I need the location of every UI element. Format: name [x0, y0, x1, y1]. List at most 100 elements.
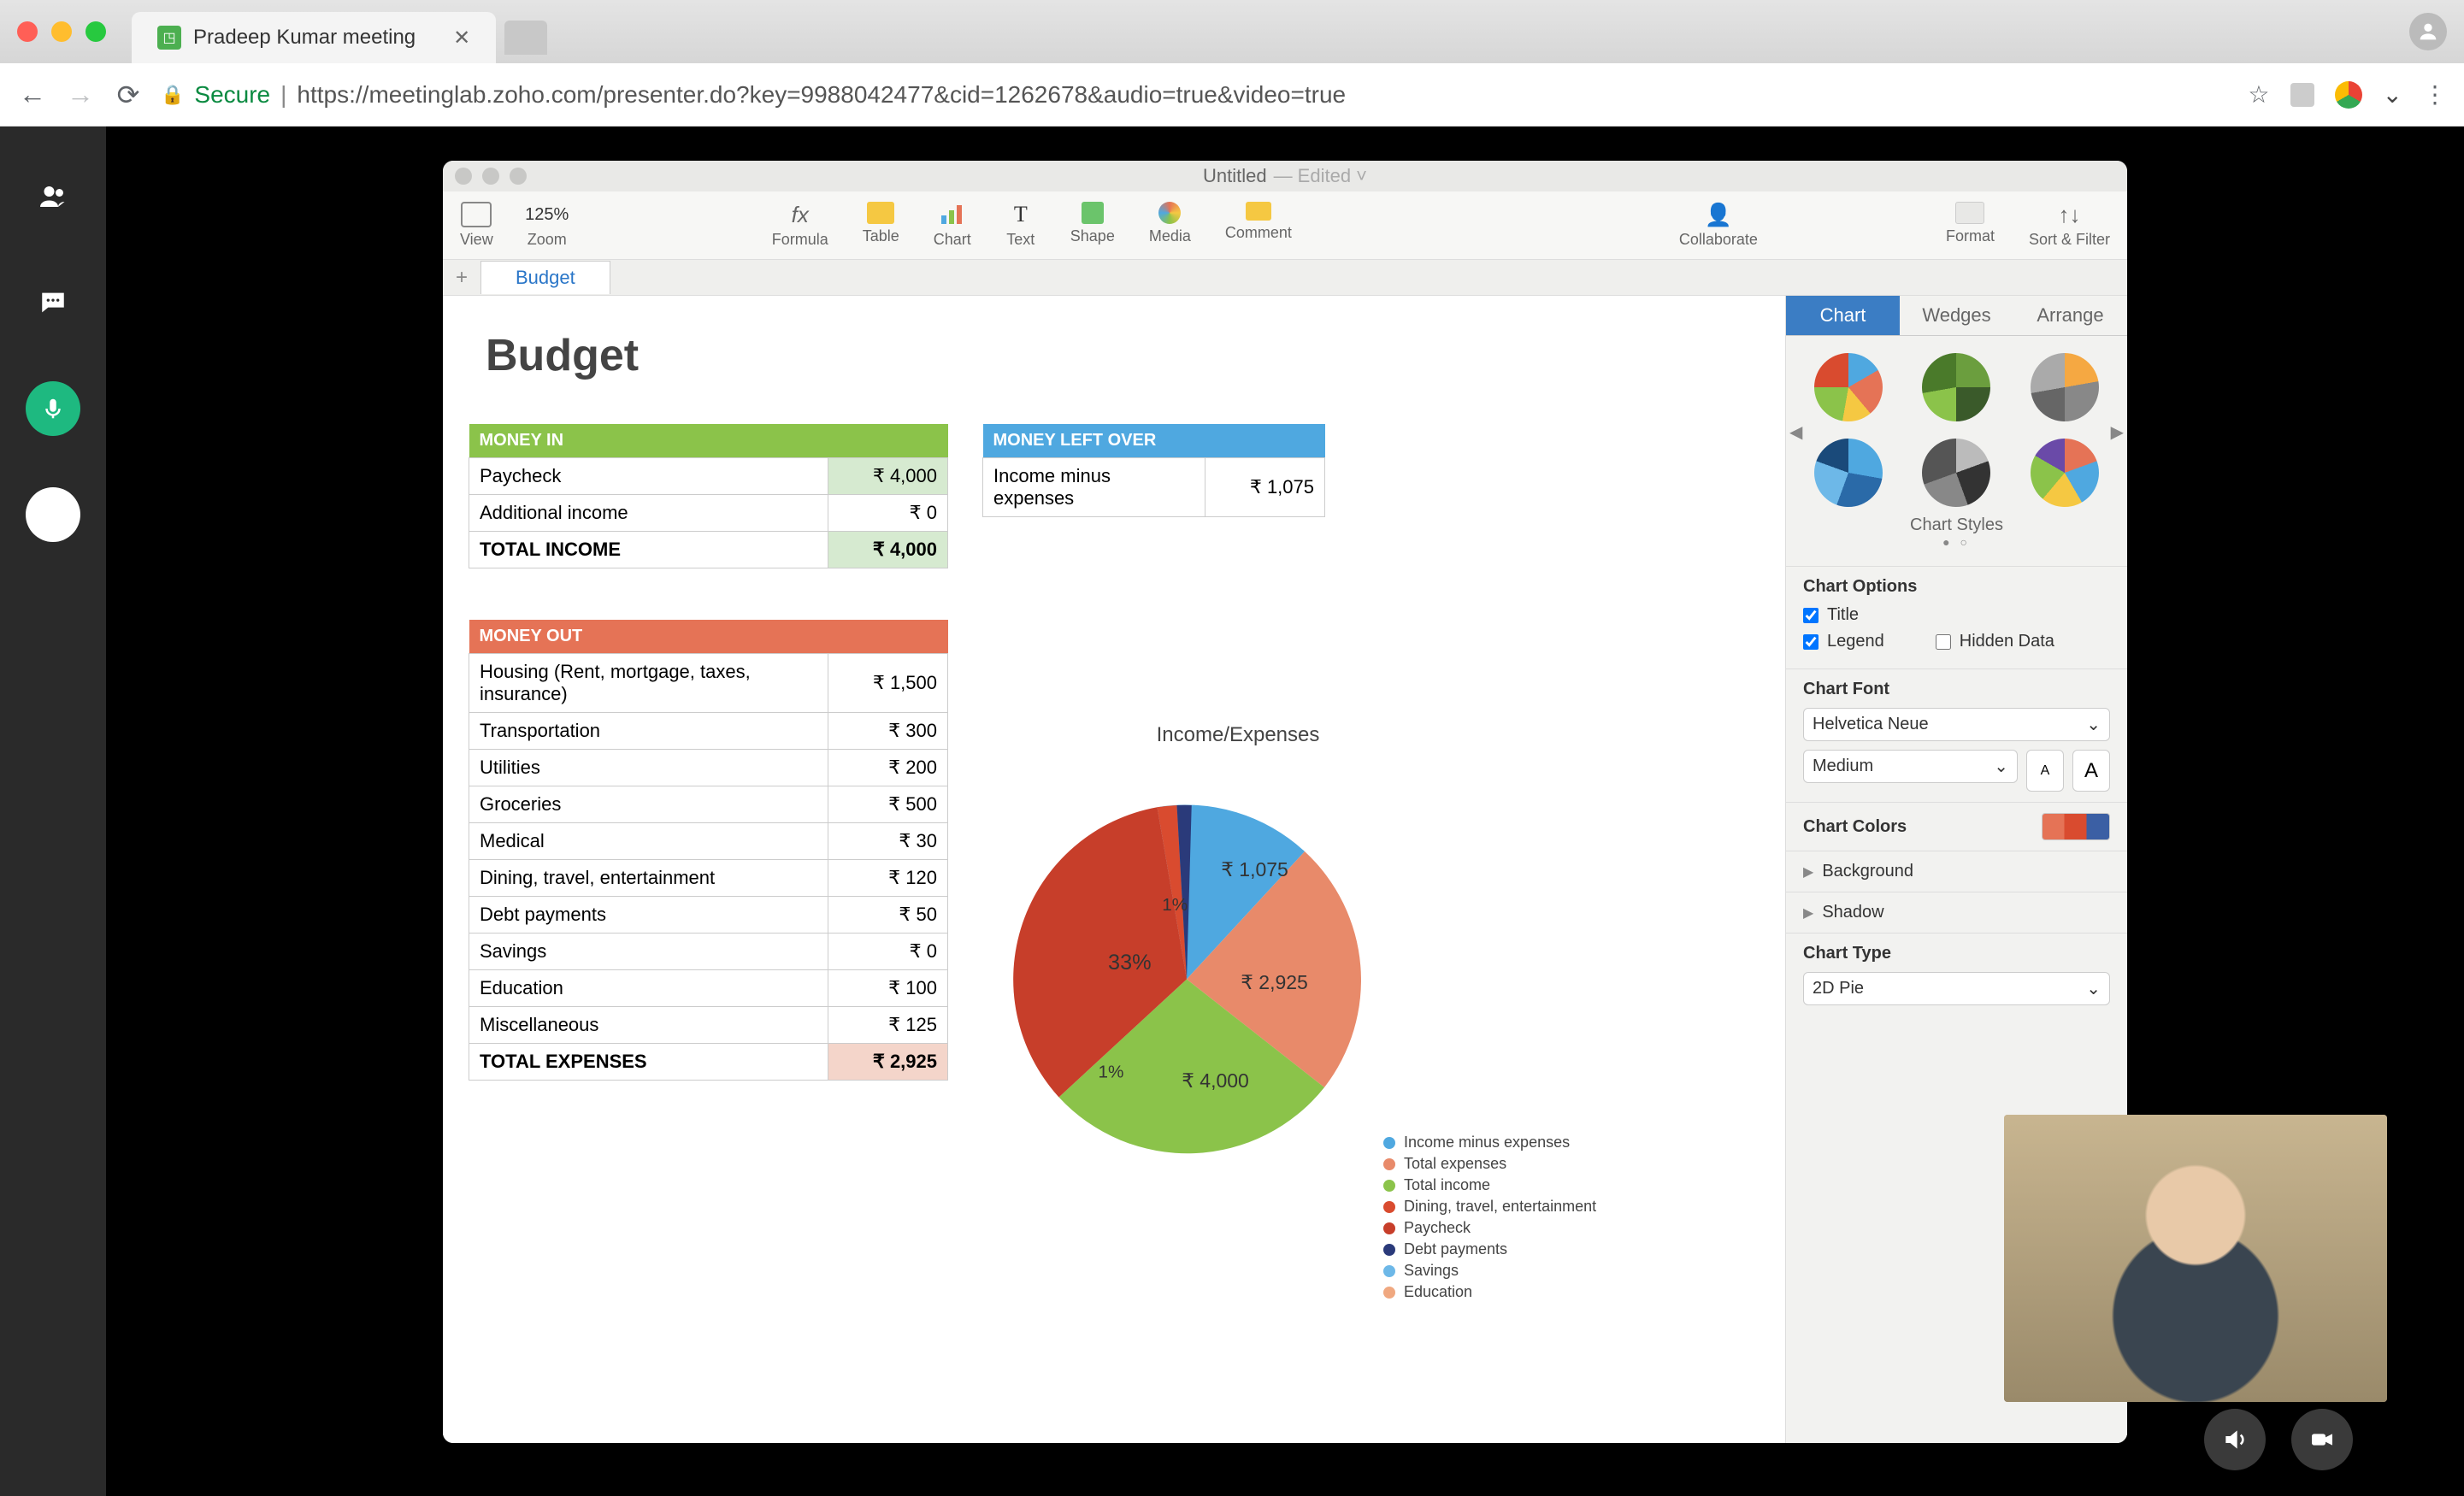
tab-close-icon[interactable]: ✕: [453, 26, 470, 50]
add-sheet-button[interactable]: +: [443, 266, 480, 290]
font-weight-select[interactable]: Medium⌄: [1803, 750, 2018, 783]
collaborate-icon: 👤: [1703, 202, 1734, 227]
minimize-window-icon[interactable]: [51, 21, 72, 42]
table-cell[interactable]: ₹ 0: [828, 934, 948, 970]
chat-button[interactable]: [26, 275, 80, 330]
back-button[interactable]: ←: [17, 80, 48, 110]
chart-style-option[interactable]: [2031, 439, 2099, 507]
menu-icon[interactable]: ⋮: [2423, 80, 2447, 109]
toolbar-table[interactable]: Table: [863, 202, 899, 249]
chart-style-option[interactable]: [1814, 439, 1883, 507]
table-cell[interactable]: Housing (Rent, mortgage, taxes, insuranc…: [469, 654, 828, 713]
chart-type-heading: Chart Type: [1803, 944, 2110, 963]
table-cell[interactable]: ₹ 100: [828, 970, 948, 1007]
chart-style-option[interactable]: [2031, 353, 2099, 421]
table-cell[interactable]: ₹ 1,500: [828, 654, 948, 713]
table-cell[interactable]: ₹ 120: [828, 860, 948, 897]
extension-icon[interactable]: [2290, 83, 2314, 107]
table-cell[interactable]: ₹ 50: [828, 897, 948, 934]
browser-tab[interactable]: ◳ Pradeep Kumar meeting ✕: [132, 12, 496, 63]
table-cell[interactable]: Education: [469, 970, 828, 1007]
prev-style-icon[interactable]: ◀: [1789, 421, 1802, 443]
table-cell[interactable]: ₹ 500: [828, 786, 948, 823]
sheet-tab-budget[interactable]: Budget: [480, 261, 610, 294]
money-in-table[interactable]: MONEY IN Paycheck₹ 4,000 Additional inco…: [469, 424, 948, 568]
toolbar-text[interactable]: TText: [1005, 202, 1036, 249]
table-cell[interactable]: ₹ 4,000: [828, 458, 948, 495]
star-icon[interactable]: ☆: [2248, 80, 2269, 109]
table-cell[interactable]: Groceries: [469, 786, 828, 823]
toolbar-view[interactable]: View: [460, 202, 493, 249]
table-cell[interactable]: ₹ 30: [828, 823, 948, 860]
money-out-table[interactable]: MONEY OUT Housing (Rent, mortgage, taxes…: [469, 620, 948, 1081]
chart-options-section: Chart Options Title Legend Hidden Data: [1786, 566, 2127, 668]
chart-style-option[interactable]: [1922, 439, 1990, 507]
table-cell[interactable]: ₹ 1,075: [1205, 458, 1325, 517]
table-cell[interactable]: Savings: [469, 934, 828, 970]
toolbar-shape[interactable]: Shape: [1070, 202, 1115, 249]
tab-wedges[interactable]: Wedges: [1900, 296, 2013, 335]
table-cell[interactable]: ₹ 200: [828, 750, 948, 786]
toolbar-media[interactable]: Media: [1149, 202, 1191, 249]
option-hidden-checkbox[interactable]: Hidden Data: [1936, 632, 2054, 651]
table-cell[interactable]: Additional income: [469, 495, 828, 532]
legend-item: Total expenses: [1383, 1155, 1596, 1173]
option-legend-checkbox[interactable]: Legend: [1803, 632, 1884, 651]
reload-button[interactable]: ⟳: [113, 80, 144, 110]
speaker-button[interactable]: [2204, 1409, 2266, 1470]
table-cell[interactable]: Miscellaneous: [469, 1007, 828, 1044]
tab-chart[interactable]: Chart: [1786, 296, 1900, 335]
font-larger-button[interactable]: A: [2072, 750, 2110, 792]
window-traffic-lights[interactable]: [17, 21, 106, 42]
close-window-icon[interactable]: [17, 21, 38, 42]
forward-button[interactable]: →: [65, 80, 96, 110]
toolbar-collaborate[interactable]: 👤Collaborate: [1679, 202, 1758, 249]
font-smaller-button[interactable]: A: [2026, 750, 2064, 792]
extension-chrome-icon[interactable]: [2335, 81, 2362, 109]
table-cell[interactable]: Transportation: [469, 713, 828, 750]
table-cell[interactable]: Utilities: [469, 750, 828, 786]
toolbar-format[interactable]: Format: [1946, 202, 1995, 249]
background-section[interactable]: ▶Background: [1786, 851, 2127, 892]
pie-chart[interactable]: Income/Expenses 33%: [990, 723, 1486, 1179]
chart-style-option[interactable]: [1814, 353, 1883, 421]
next-style-icon[interactable]: ▶: [2111, 421, 2124, 443]
toolbar-formula[interactable]: fxFormula: [772, 202, 828, 249]
chart-styles-label: Chart Styles: [1803, 515, 2110, 535]
new-tab-button[interactable]: [504, 21, 547, 55]
table-cell[interactable]: Medical: [469, 823, 828, 860]
presenter-video[interactable]: [2004, 1115, 2387, 1402]
camera-button[interactable]: [2291, 1409, 2353, 1470]
participants-button[interactable]: [26, 169, 80, 224]
chart-type-select[interactable]: 2D Pie⌄: [1803, 972, 2110, 1005]
toolbar-sort-filter[interactable]: ↑↓Sort & Filter: [2029, 202, 2110, 249]
font-family-select[interactable]: Helvetica Neue⌄: [1803, 708, 2110, 741]
table-cell[interactable]: ₹ 300: [828, 713, 948, 750]
money-left-table[interactable]: MONEY LEFT OVER Income minus expenses₹ 1…: [982, 424, 1325, 517]
table-cell[interactable]: ₹ 125: [828, 1007, 948, 1044]
toolbar-comment[interactable]: Comment: [1225, 202, 1292, 249]
table-cell[interactable]: Dining, travel, entertainment: [469, 860, 828, 897]
extension-pocket-icon[interactable]: ⌄: [2383, 80, 2402, 109]
maximize-window-icon[interactable]: [85, 21, 106, 42]
profile-icon[interactable]: [2409, 13, 2447, 50]
mic-button[interactable]: [26, 381, 80, 436]
table-cell[interactable]: Paycheck: [469, 458, 828, 495]
video-feed: [2004, 1115, 2387, 1402]
money-in-header: MONEY IN: [469, 424, 948, 458]
table-cell[interactable]: Debt payments: [469, 897, 828, 934]
record-button[interactable]: [26, 487, 80, 542]
chart-colors-picker[interactable]: [2042, 813, 2110, 840]
toolbar-zoom[interactable]: 125%Zoom: [528, 202, 567, 249]
sort-filter-icon: ↑↓: [2054, 202, 2084, 227]
table-cell[interactable]: ₹ 0: [828, 495, 948, 532]
url-field[interactable]: 🔒 Secure | https://meetinglab.zoho.com/p…: [161, 81, 2231, 109]
table-cell[interactable]: Income minus expenses: [983, 458, 1205, 517]
document-main[interactable]: Budget MONEY IN Paycheck₹ 4,000 Addition…: [443, 296, 1785, 1443]
chart-style-option[interactable]: [1922, 353, 1990, 421]
pie-chart-svg: 33% ₹ 2,925 ₹ 4,000 ₹ 1,075 1% 1%: [990, 764, 1383, 1175]
shadow-section[interactable]: ▶Shadow: [1786, 892, 2127, 933]
tab-arrange[interactable]: Arrange: [2013, 296, 2127, 335]
toolbar-chart[interactable]: Chart: [934, 202, 971, 249]
option-title-checkbox[interactable]: Title: [1803, 605, 1859, 625]
